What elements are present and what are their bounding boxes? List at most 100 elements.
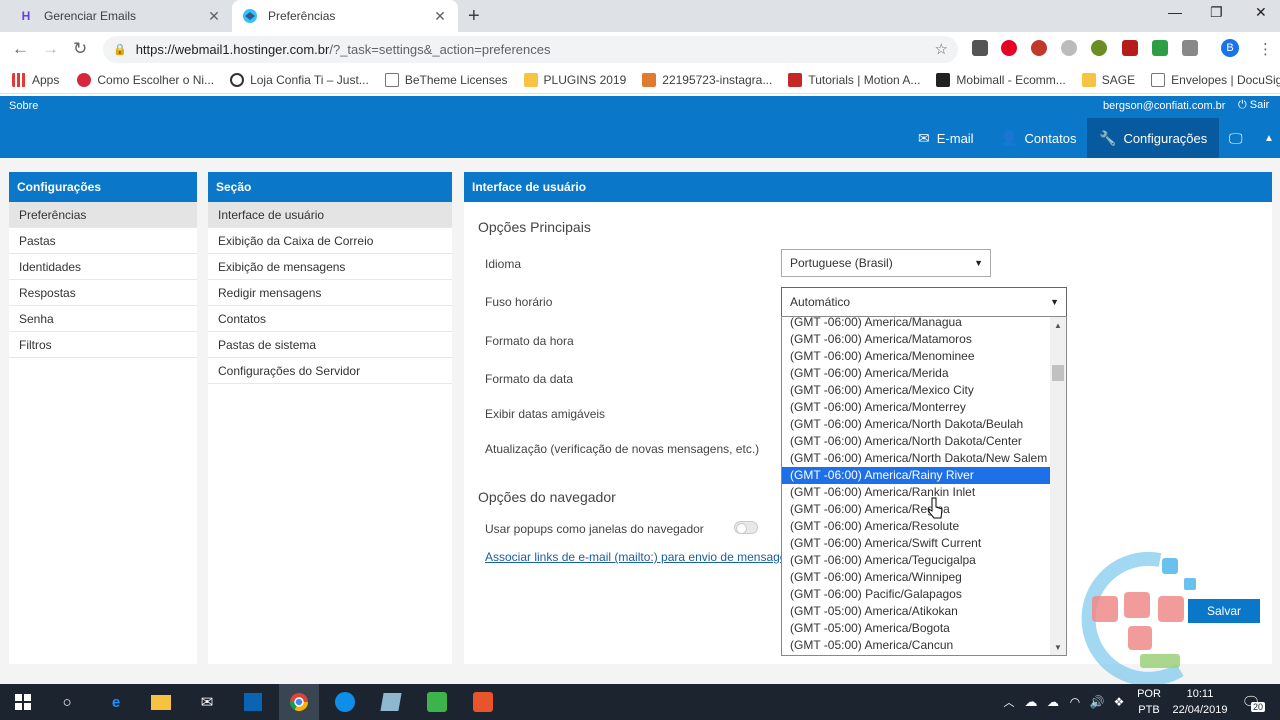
- new-tab-icon[interactable]: +: [468, 5, 480, 28]
- menu-kebab-icon[interactable]: ⋮: [1258, 40, 1273, 58]
- language-select[interactable]: Portuguese (Brasil) ▼: [781, 249, 991, 277]
- timezone-option[interactable]: (GMT -06:00) America/Mexico City: [782, 382, 1050, 399]
- monitor-icon[interactable]: 🖵: [1229, 118, 1250, 158]
- minimize-icon[interactable]: —: [1168, 4, 1182, 20]
- nav-settings[interactable]: 🔧 Configurações: [1087, 118, 1220, 158]
- window-close-icon[interactable]: ✕: [1255, 4, 1267, 21]
- timezone-option[interactable]: (GMT -06:00) America/Tegucigalpa: [782, 552, 1050, 569]
- extension-icon[interactable]: [1091, 40, 1107, 56]
- section-item-messages[interactable]: Exibição de mensagens: [208, 254, 452, 280]
- onedrive-icon[interactable]: ☁: [1020, 692, 1042, 712]
- opera-icon[interactable]: [1031, 40, 1047, 56]
- timezone-option[interactable]: (GMT -05:00) America/Cancun: [782, 637, 1050, 654]
- bookmark-item[interactable]: Loja Confia Ti – Just...: [230, 72, 369, 87]
- teamviewer-icon[interactable]: [334, 692, 356, 712]
- timezone-option[interactable]: (GMT -06:00) America/Managua: [782, 317, 1050, 331]
- bookmark-star-icon[interactable]: ☆: [935, 40, 948, 58]
- address-bar[interactable]: 🔒 https://webmail1.hostinger.com.br/?_ta…: [103, 36, 958, 63]
- outlook-icon[interactable]: [242, 692, 264, 712]
- close-tab-icon[interactable]: ✕: [432, 8, 448, 25]
- reload-icon[interactable]: ↻: [73, 39, 87, 59]
- timezone-option[interactable]: (GMT -06:00) America/Rankin Inlet: [782, 484, 1050, 501]
- edge-icon[interactable]: e: [105, 692, 127, 712]
- bookmark-item[interactable]: Tutorials | Motion A...: [788, 72, 920, 87]
- tab-preferencias[interactable]: Preferências ✕: [232, 0, 458, 32]
- nav-contacts[interactable]: 👤 Contatos: [1000, 118, 1076, 158]
- timezone-option[interactable]: (GMT -06:00) America/Monterrey: [782, 399, 1050, 416]
- maximize-icon[interactable]: ❐: [1210, 4, 1223, 21]
- cloud-icon[interactable]: ☁: [1042, 692, 1064, 712]
- timezone-option[interactable]: (GMT -06:00) Pacific/Galapagos: [782, 586, 1050, 603]
- timezone-option[interactable]: (GMT -06:00) America/Merida: [782, 365, 1050, 382]
- camtasia-green-icon[interactable]: [426, 692, 448, 712]
- bookmark-item[interactable]: Mobimall - Ecomm...: [936, 72, 1066, 87]
- timezone-option[interactable]: (GMT -06:00) America/North Dakota/New Sa…: [782, 450, 1050, 467]
- windows-start-icon[interactable]: [12, 692, 34, 712]
- section-item-server[interactable]: Configurações do Servidor: [208, 358, 452, 384]
- about-link[interactable]: Sobre: [9, 100, 38, 112]
- volume-icon[interactable]: 🔊: [1086, 692, 1108, 712]
- save-button[interactable]: Salvar: [1188, 599, 1260, 623]
- bookmark-item[interactable]: PLUGINS 2019: [523, 72, 626, 87]
- section-item-mailbox[interactable]: Exibição da Caixa de Correio: [208, 228, 452, 254]
- settings-item-responses[interactable]: Respostas: [9, 280, 197, 306]
- timezone-option[interactable]: (GMT -06:00) America/Winnipeg: [782, 569, 1050, 586]
- mail-icon[interactable]: ✉: [196, 692, 218, 712]
- bookmark-item[interactable]: SAGE: [1081, 72, 1135, 87]
- timezone-option[interactable]: (GMT -06:00) America/North Dakota/Center: [782, 433, 1050, 450]
- bookmark-item[interactable]: 22195723-instagra...: [642, 72, 772, 87]
- timezone-option[interactable]: (GMT -06:00) America/Rainy River: [782, 467, 1050, 484]
- section-item-compose[interactable]: Redigir mensagens: [208, 280, 452, 306]
- bookmark-item[interactable]: Envelopes | DocuSign: [1151, 72, 1280, 87]
- bookmark-item[interactable]: Como Escolher o Ni...: [77, 72, 214, 87]
- cortana-icon[interactable]: ○: [56, 692, 78, 712]
- wifi-icon[interactable]: ◠: [1064, 692, 1086, 712]
- bookmark-item[interactable]: BeTheme Licenses: [384, 72, 508, 87]
- chevron-up-icon[interactable]: ︿: [998, 692, 1020, 712]
- camera-icon[interactable]: [1182, 40, 1198, 56]
- tab-gerenciar-emails[interactable]: H Gerenciar Emails ✕: [8, 0, 232, 32]
- camtasia-orange-icon[interactable]: [472, 692, 494, 712]
- keyboard-layout[interactable]: PTB: [1136, 704, 1162, 716]
- settings-item-identities[interactable]: Identidades: [9, 254, 197, 280]
- extension-icon[interactable]: [1152, 40, 1168, 56]
- pinterest-icon[interactable]: [1001, 40, 1017, 56]
- timezone-option[interactable]: (GMT -06:00) America/Matamoros: [782, 331, 1050, 348]
- clock-time[interactable]: 10:11: [1170, 688, 1230, 700]
- profile-avatar[interactable]: B: [1221, 39, 1239, 57]
- timezone-option[interactable]: (GMT -05:00) America/Bogota: [782, 620, 1050, 637]
- clock-date[interactable]: 22/04/2019: [1164, 704, 1236, 716]
- timezone-dropdown-list[interactable]: (GMT -06:00) America/Managua (GMT -06:00)…: [781, 316, 1067, 656]
- pdf-icon[interactable]: [1122, 40, 1138, 56]
- collapse-icon[interactable]: ▲: [1264, 118, 1274, 158]
- timezone-option[interactable]: (GMT -05:00) America/Atikokan: [782, 603, 1050, 620]
- timezone-option[interactable]: (GMT -06:00) America/Resolute: [782, 518, 1050, 535]
- extension-icon[interactable]: [1061, 40, 1077, 56]
- section-item-system-folders[interactable]: Pastas de sistema: [208, 332, 452, 358]
- settings-item-folders[interactable]: Pastas: [9, 228, 197, 254]
- timezone-option[interactable]: (GMT -06:00) America/Swift Current: [782, 535, 1050, 552]
- timezone-option[interactable]: (GMT -05:00) America/Cayman: [782, 654, 1050, 655]
- timezone-option[interactable]: (GMT -06:00) America/North Dakota/Beulah: [782, 416, 1050, 433]
- extension-icon[interactable]: [972, 40, 988, 56]
- popups-toggle[interactable]: [734, 521, 758, 534]
- settings-item-filters[interactable]: Filtros: [9, 332, 197, 358]
- settings-item-preferences[interactable]: Preferências: [9, 202, 197, 228]
- mailto-link[interactable]: Associar links de e-mail (mailto:) para …: [485, 550, 781, 564]
- scroll-down-icon[interactable]: ▼: [1054, 643, 1062, 652]
- chrome-icon[interactable]: [279, 684, 319, 720]
- scrollbar-thumb[interactable]: [1052, 365, 1064, 381]
- nav-email[interactable]: ✉ E-mail: [918, 118, 974, 158]
- settings-item-password[interactable]: Senha: [9, 306, 197, 332]
- section-item-contacts[interactable]: Contatos: [208, 306, 452, 332]
- timezone-option[interactable]: (GMT -06:00) America/Menominee: [782, 348, 1050, 365]
- scroll-up-icon[interactable]: ▲: [1054, 321, 1062, 330]
- input-language[interactable]: POR: [1136, 688, 1162, 700]
- dropbox-icon[interactable]: ❖: [1108, 692, 1130, 712]
- bookmark-apps[interactable]: Apps: [12, 72, 59, 87]
- notes-icon[interactable]: [380, 692, 402, 712]
- back-icon[interactable]: ←: [12, 39, 29, 59]
- timezone-select[interactable]: Automático ▼: [781, 287, 1067, 317]
- section-item-ui[interactable]: Interface de usuário: [208, 202, 452, 228]
- dropdown-scrollbar[interactable]: ▲ ▼: [1050, 317, 1066, 655]
